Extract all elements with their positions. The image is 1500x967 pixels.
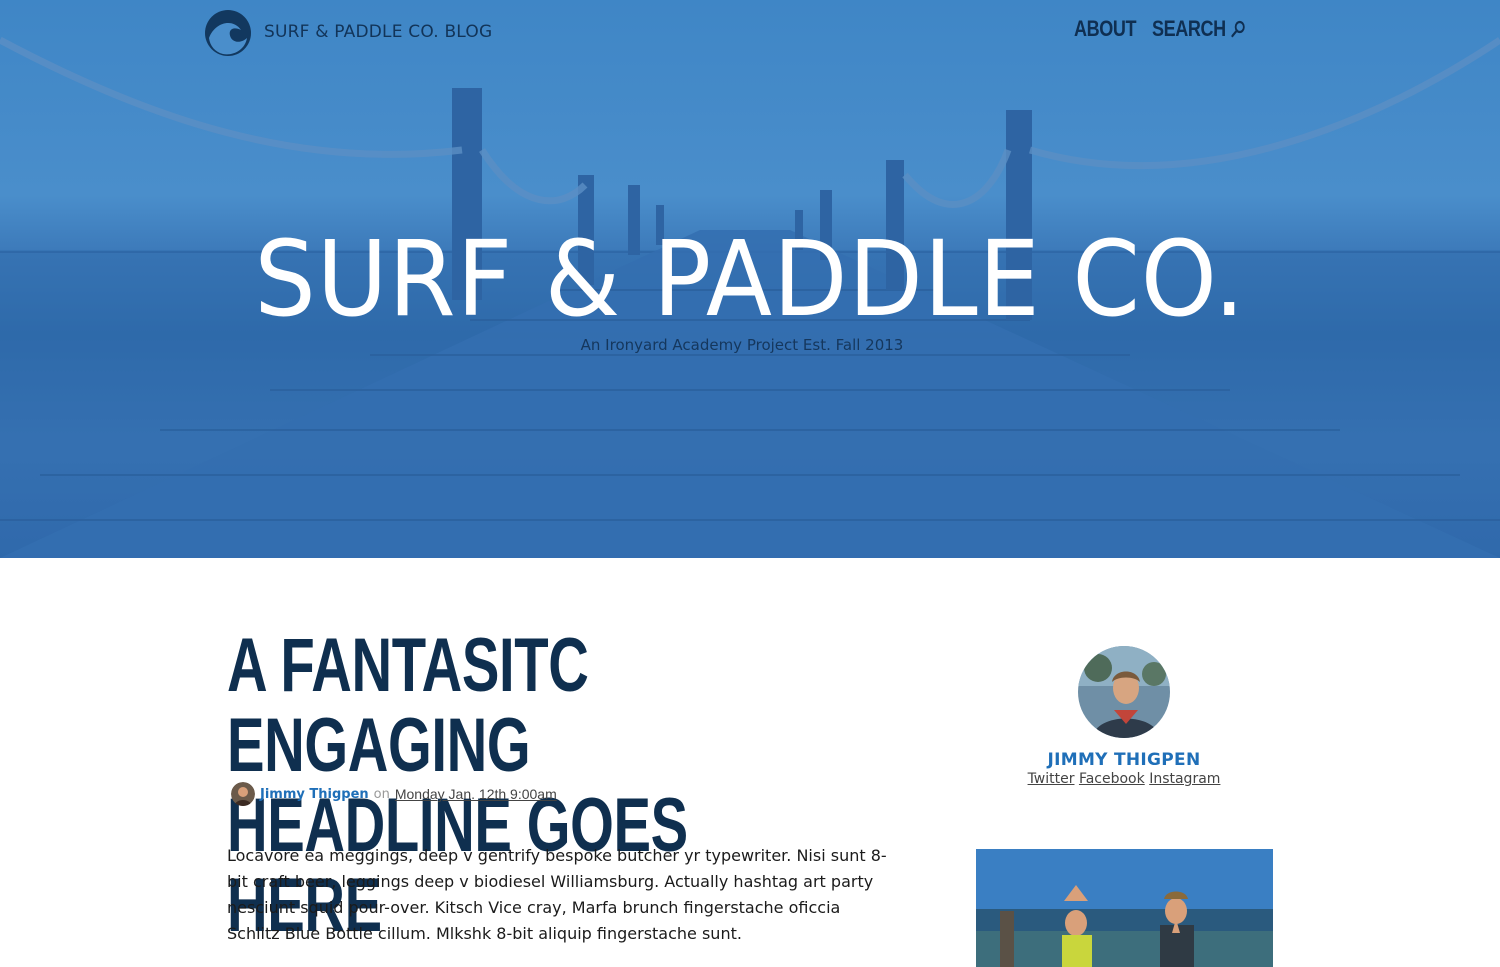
- hero-banner: SURF & PADDLE CO. BLOG ABOUT SEARCH SURF…: [0, 0, 1500, 558]
- twitter-link[interactable]: Twitter: [1028, 771, 1075, 787]
- nav-about-link[interactable]: ABOUT: [1074, 16, 1136, 42]
- post-date-link[interactable]: Monday Jan. 12th 9:00am: [395, 786, 557, 802]
- post-title-line-1: A FANTASITC ENGAGING: [227, 623, 589, 788]
- instagram-link[interactable]: Instagram: [1149, 771, 1220, 787]
- post-body: Locavore ea meggings, deep v gentrify be…: [227, 846, 887, 943]
- facebook-link[interactable]: Facebook: [1079, 771, 1145, 787]
- nav-search-link[interactable]: SEARCH: [1152, 16, 1245, 42]
- post-meta-on: on: [373, 786, 390, 802]
- author-card: JIMMY THIGPEN Twitter Facebook Instagram: [975, 646, 1273, 787]
- author-name[interactable]: JIMMY THIGPEN: [975, 750, 1273, 770]
- blog-name[interactable]: SURF & PADDLE CO. BLOG: [264, 22, 492, 42]
- author-social-links: Twitter Facebook Instagram: [975, 771, 1273, 787]
- post-author-link[interactable]: Jimmy Thigpen: [260, 787, 369, 802]
- author-avatar-small[interactable]: [231, 782, 255, 806]
- nav-search-label: SEARCH: [1152, 16, 1226, 41]
- hero-subtitle: An Ironyard Academy Project Est. Fall 20…: [580, 336, 904, 354]
- search-icon: [1231, 20, 1245, 38]
- post-meta: Jimmy Thigpen on Monday Jan. 12th 9:00am: [231, 782, 557, 806]
- wave-logo-icon[interactable]: [203, 8, 253, 58]
- main-nav: ABOUT SEARCH: [1074, 16, 1266, 42]
- hero-title: SURF & PADDLE CO.: [254, 218, 1246, 340]
- author-avatar[interactable]: [1078, 646, 1170, 738]
- sidebar-photo[interactable]: [976, 849, 1273, 967]
